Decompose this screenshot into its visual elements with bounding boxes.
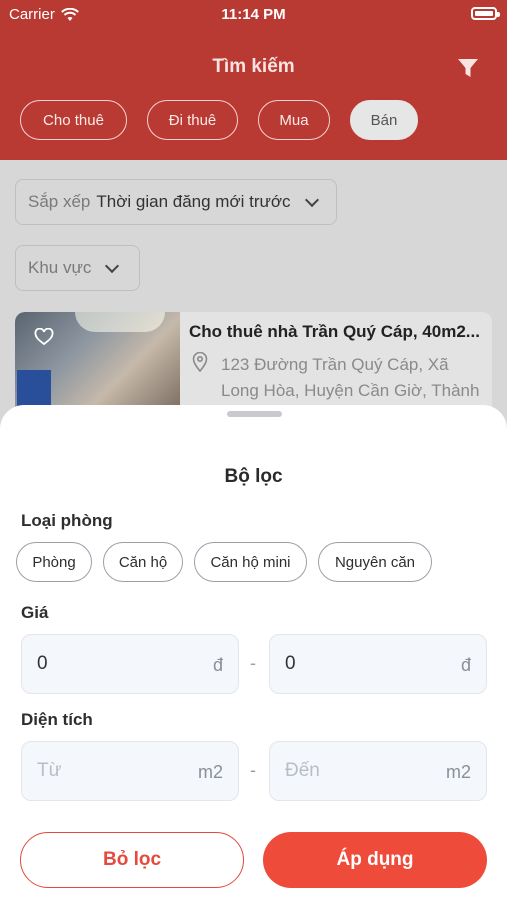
sort-dropdown[interactable]: Sắp xếp Thời gian đăng mới trước bbox=[15, 179, 337, 225]
tab-cho-thue[interactable]: Cho thuê bbox=[20, 100, 127, 140]
price-min-input[interactable] bbox=[37, 635, 187, 693]
area-min-unit: m2 bbox=[197, 762, 223, 782]
chip-phong[interactable]: Phòng bbox=[16, 542, 92, 582]
location-pin-icon bbox=[192, 352, 208, 372]
area-dash: - bbox=[250, 760, 256, 780]
area-max-unit: m2 bbox=[445, 762, 471, 782]
filter-icon[interactable] bbox=[457, 57, 479, 79]
price-max-input[interactable] bbox=[285, 635, 435, 693]
price-max-field[interactable]: đ bbox=[269, 634, 487, 694]
chip-can-ho-mini[interactable]: Căn hộ mini bbox=[194, 542, 307, 582]
chip-nguyen-can[interactable]: Nguyên căn bbox=[318, 542, 432, 582]
area-label: Khu vực bbox=[28, 258, 92, 277]
room-type-chips: Phòng Căn hộ Căn hộ mini Nguyên căn bbox=[16, 542, 432, 582]
price-min-unit: đ bbox=[212, 655, 223, 675]
heart-icon[interactable] bbox=[34, 328, 54, 346]
chevron-down-icon bbox=[304, 192, 319, 207]
sheet-title: Bộ lọc bbox=[224, 466, 283, 487]
clear-filter-button[interactable]: Bỏ lọc bbox=[20, 832, 244, 888]
price-label: Giá bbox=[21, 603, 49, 622]
chevron-down-icon bbox=[105, 258, 120, 273]
area-min-input[interactable] bbox=[37, 742, 187, 800]
listing-type-tabs: Cho thuê Đi thuê Mua Bán bbox=[20, 100, 418, 140]
area-max-field[interactable]: m2 bbox=[269, 741, 487, 801]
area-dropdown[interactable]: Khu vực bbox=[15, 245, 140, 291]
sort-value: Thời gian đăng mới trước bbox=[96, 192, 291, 211]
sheet-grabber[interactable] bbox=[227, 411, 282, 417]
room-type-label: Loại phòng bbox=[21, 511, 113, 530]
tab-di-thue[interactable]: Đi thuê bbox=[147, 100, 238, 140]
listing-address: 123 Đường Trần Quý Cáp, Xã Long Hòa, Huy… bbox=[221, 355, 480, 400]
sort-label: Sắp xếp bbox=[28, 192, 91, 211]
chip-can-ho[interactable]: Căn hộ bbox=[103, 542, 183, 582]
price-dash: - bbox=[250, 653, 256, 673]
price-max-unit: đ bbox=[460, 655, 471, 675]
status-bar: Carrier 11:14 PM bbox=[0, 0, 507, 30]
listing-title: Cho thuê nhà Trần Quý Cáp, 40m2... bbox=[189, 322, 480, 341]
area-size-label: Diện tích bbox=[21, 710, 93, 729]
area-max-input[interactable] bbox=[285, 742, 435, 800]
app-header: Carrier 11:14 PM Tìm kiếm Cho thuê Đi th… bbox=[0, 0, 507, 160]
area-min-field[interactable]: m2 bbox=[21, 741, 239, 801]
status-time: 11:14 PM bbox=[221, 6, 286, 23]
tab-mua[interactable]: Mua bbox=[258, 100, 330, 140]
apply-filter-button[interactable]: Áp dụng bbox=[263, 832, 487, 888]
battery-icon bbox=[471, 7, 500, 20]
filter-sheet: Bộ lọc Loại phòng Phòng Căn hộ Căn hộ mi… bbox=[0, 405, 507, 900]
page-title: Tìm kiếm bbox=[212, 56, 295, 77]
tab-ban[interactable]: Bán bbox=[350, 100, 418, 140]
price-min-field[interactable]: đ bbox=[21, 634, 239, 694]
